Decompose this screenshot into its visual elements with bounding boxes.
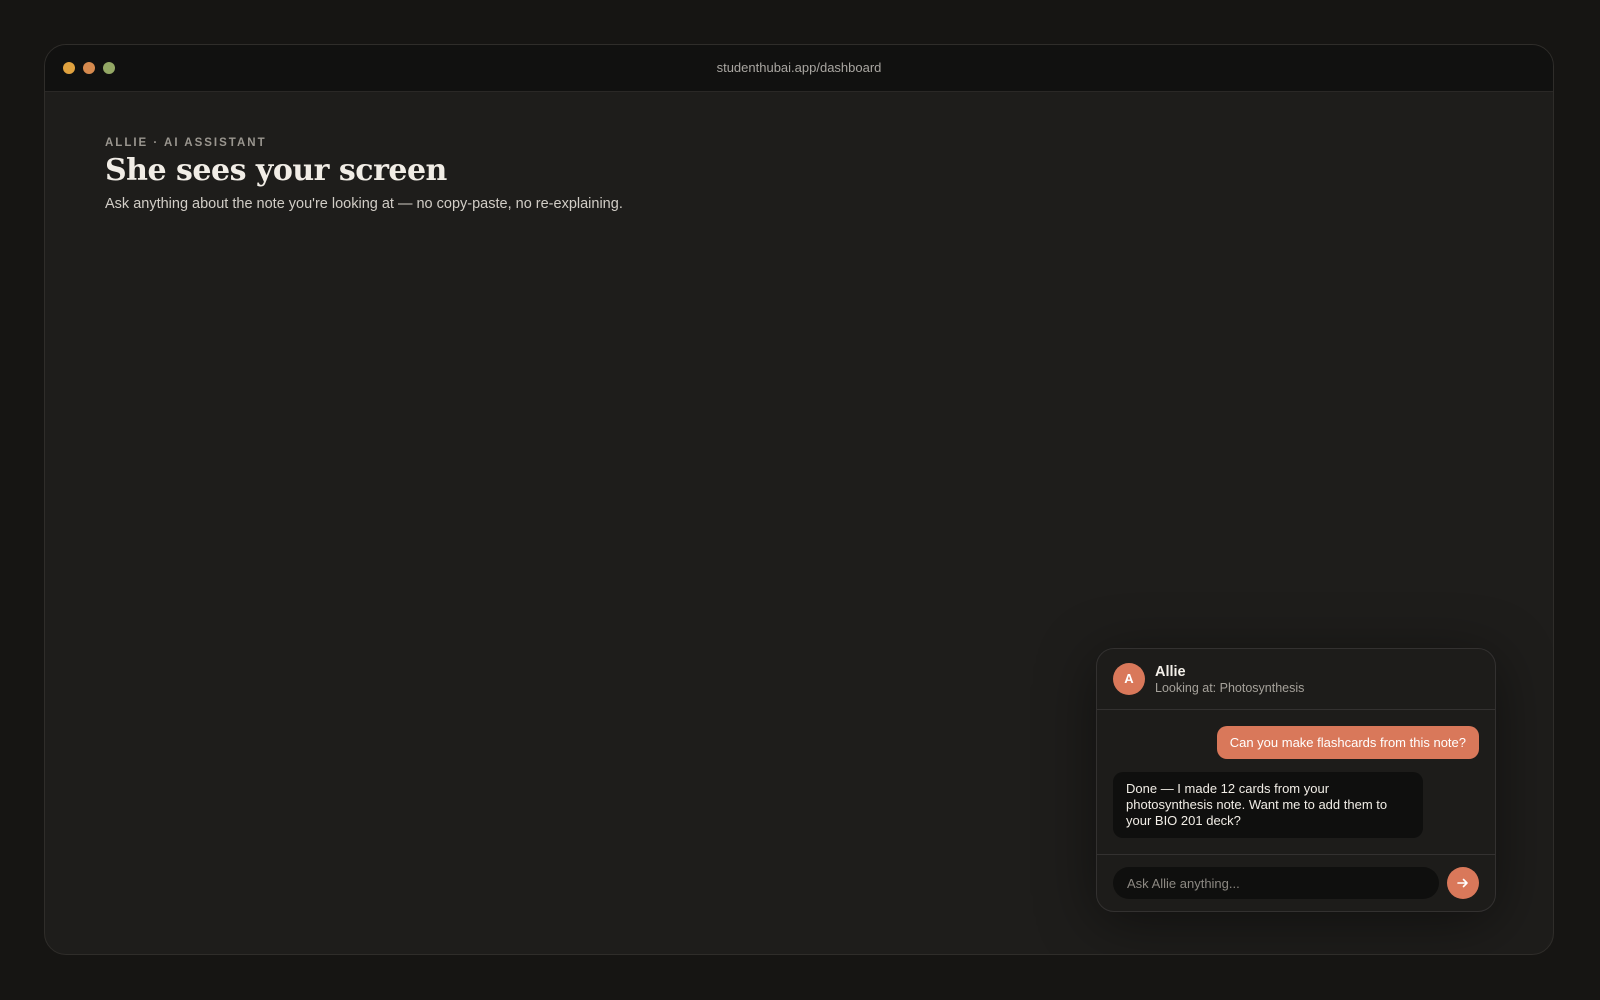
hero-eyebrow: ALLIE · AI ASSISTANT bbox=[105, 137, 267, 149]
chat-header: A Allie Looking at: Photosynthesis bbox=[1097, 649, 1495, 710]
send-button[interactable] bbox=[1447, 867, 1479, 899]
assistant-name: Allie bbox=[1155, 664, 1186, 680]
assistant-message: Done — I made 12 cards from your photosy… bbox=[1113, 772, 1423, 838]
arrow-right-icon bbox=[1457, 878, 1468, 888]
assistant-chat-panel: A Allie Looking at: Photosynthesis Can y… bbox=[1096, 648, 1496, 912]
browser-titlebar: studenthubai.app/dashboard bbox=[45, 45, 1553, 92]
user-message: Can you make flashcards from this note? bbox=[1216, 726, 1479, 759]
chat-composer bbox=[1097, 854, 1495, 911]
browser-window: studenthubai.app/dashboard ALLIE · AI AS… bbox=[44, 44, 1554, 955]
hero-subheadline: Ask anything about the note you're looki… bbox=[105, 196, 623, 212]
avatar: A bbox=[1113, 663, 1145, 695]
hero-section: ALLIE · AI ASSISTANT She sees your scree… bbox=[105, 137, 623, 212]
context-status: Looking at: Photosynthesis bbox=[1155, 681, 1305, 695]
chat-input[interactable] bbox=[1113, 867, 1439, 899]
address-bar-url[interactable]: studenthubai.app/dashboard bbox=[45, 45, 1553, 91]
hero-headline: She sees your screen bbox=[105, 153, 447, 188]
